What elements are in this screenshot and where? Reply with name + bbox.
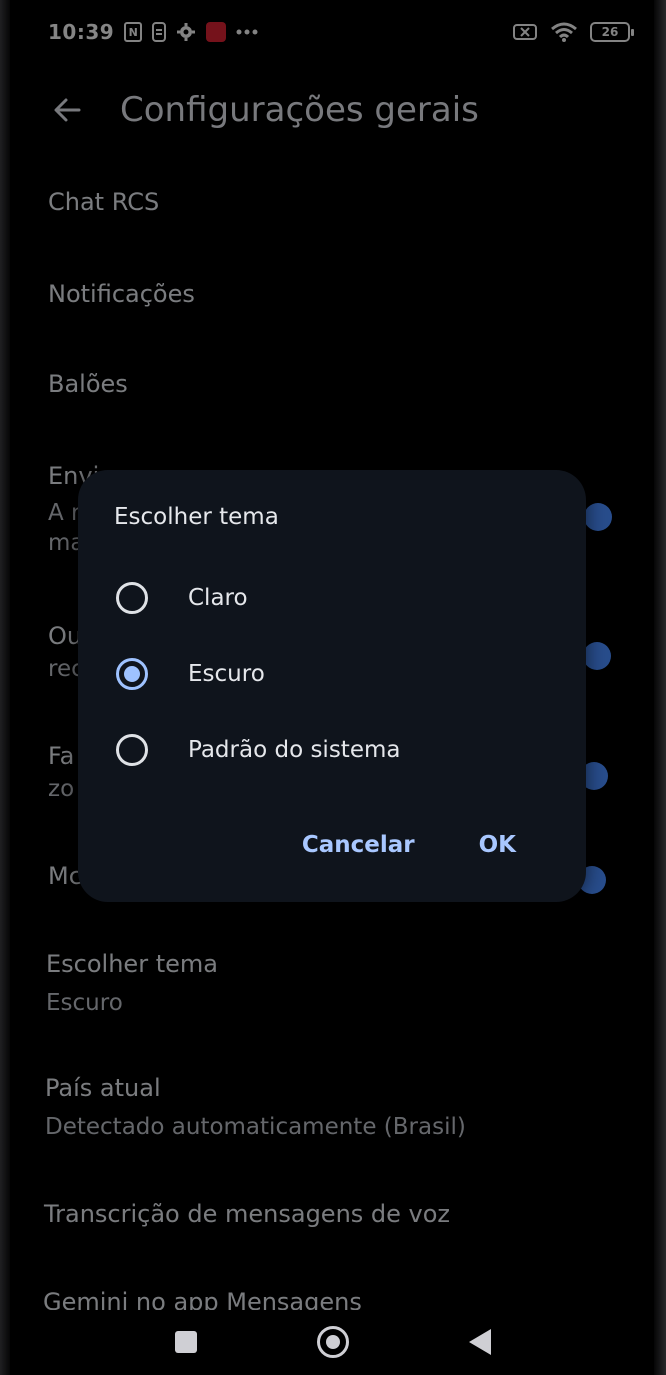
radio-option-label: Padrão do sistema xyxy=(188,737,401,763)
radio-option-label: Escuro xyxy=(188,661,265,687)
dialog-title: Escolher tema xyxy=(114,504,279,530)
back-icon[interactable] xyxy=(469,1329,491,1355)
ok-button[interactable]: OK xyxy=(479,832,516,858)
home-icon[interactable] xyxy=(317,1326,349,1358)
radio-option-claro[interactable]: Claro xyxy=(116,582,248,614)
theme-dialog: Escolher tema Claro Escuro Padrão do sis… xyxy=(78,470,586,902)
radio-option-escuro[interactable]: Escuro xyxy=(116,658,265,690)
radio-unchecked-icon[interactable] xyxy=(116,582,148,614)
navigation-bar xyxy=(0,1318,666,1366)
radio-option-system[interactable]: Padrão do sistema xyxy=(116,734,400,766)
radio-unchecked-icon[interactable] xyxy=(116,734,148,766)
radio-checked-icon[interactable] xyxy=(116,658,148,690)
cancel-button[interactable]: Cancelar xyxy=(302,832,415,858)
dialog-actions: Cancelar OK xyxy=(302,832,516,858)
recents-icon[interactable] xyxy=(175,1331,197,1353)
radio-option-label: Claro xyxy=(188,585,248,611)
